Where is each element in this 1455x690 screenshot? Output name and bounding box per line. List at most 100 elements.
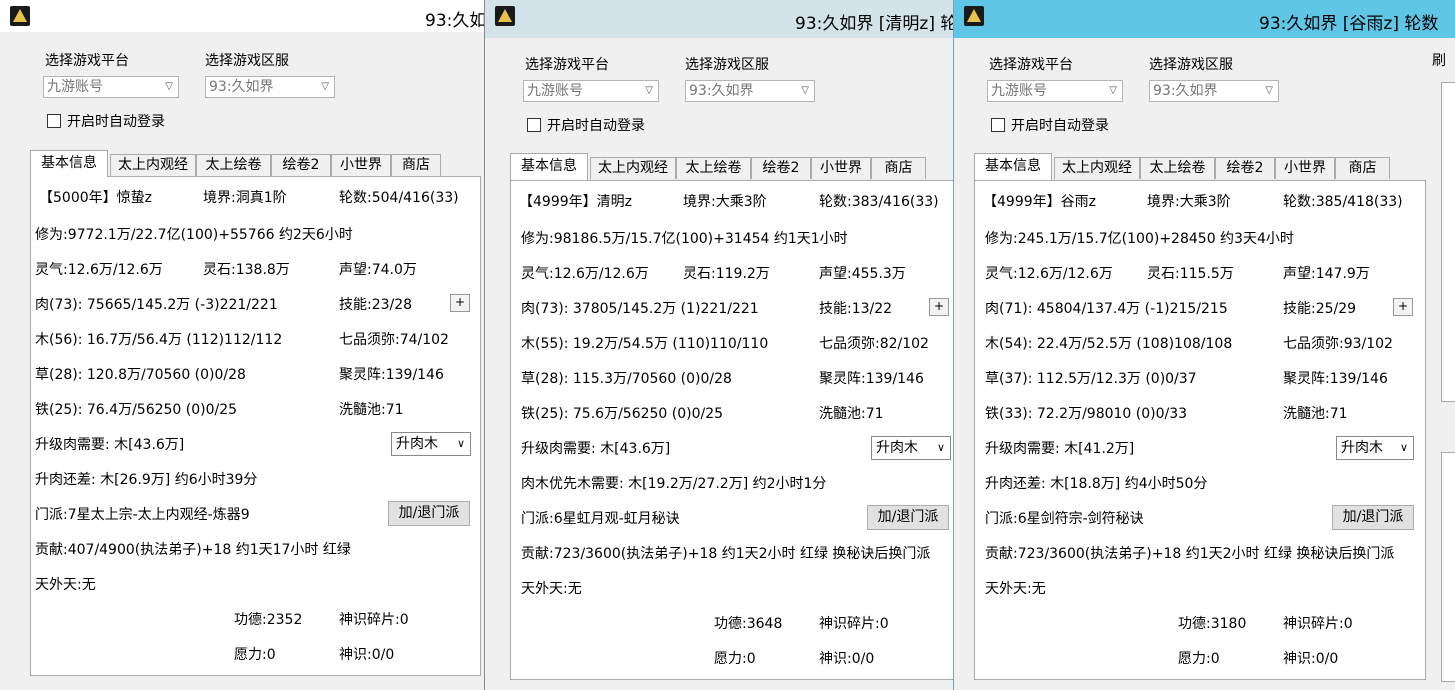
join-leave-sect-button[interactable]: 加/退门派 bbox=[388, 501, 470, 526]
upgrade-diff: 升肉还差: 木[26.9万] 约6小时39分 bbox=[35, 472, 258, 488]
server-value: 93:久如界 bbox=[1153, 83, 1218, 99]
add-skill-button[interactable]: + bbox=[450, 294, 470, 312]
server-label: 选择游戏区服 bbox=[1149, 57, 1233, 73]
realm: 境界:大乘3阶 bbox=[683, 194, 767, 210]
platform-label: 选择游戏平台 bbox=[525, 57, 609, 73]
shenshi: 神识:0/0 bbox=[819, 651, 875, 667]
title-bar[interactable]: 93:久如界 [谷雨z] 轮数 bbox=[954, 0, 1455, 38]
app-icon bbox=[10, 6, 30, 26]
tab-taishang-neiguan[interactable]: 太上内观经 bbox=[110, 154, 196, 176]
tianwai-tian: 天外天:无 bbox=[985, 581, 1046, 597]
platform-value: 九游账号 bbox=[527, 83, 583, 99]
window-title: 93:久如界 [谷雨z] 轮数 bbox=[1259, 14, 1439, 34]
tab-huijuan2[interactable]: 绘卷2 bbox=[751, 157, 811, 179]
tab-huijuan2[interactable]: 绘卷2 bbox=[271, 154, 331, 176]
chevron-down-icon: ∨ bbox=[936, 441, 945, 454]
upgrade-diff: 升肉还差: 木[18.8万] 约4小时50分 bbox=[985, 476, 1208, 492]
xisui-chi: 洗髓池:71 bbox=[1283, 406, 1348, 422]
skill: 技能:23/28 bbox=[339, 297, 413, 313]
add-skill-button[interactable]: + bbox=[929, 298, 949, 316]
server-combo[interactable]: 93:久如界 ▽ bbox=[685, 80, 815, 102]
tab-shop[interactable]: 商店 bbox=[871, 157, 926, 179]
tab-shop[interactable]: 商店 bbox=[391, 154, 441, 176]
tab-huijuan2[interactable]: 绘卷2 bbox=[1215, 157, 1275, 179]
upgrade-select[interactable]: 升肉木 ∨ bbox=[391, 432, 471, 456]
auto-login-checkbox[interactable] bbox=[47, 114, 61, 128]
tab-bar: 基本信息 太上内观经 太上绘卷 绘卷2 小世界 商店 bbox=[30, 150, 470, 177]
auto-login-checkbox[interactable] bbox=[527, 118, 541, 132]
lingshi: 灵石:115.5万 bbox=[1147, 266, 1234, 282]
client-window-3: 93:久如界 [谷雨z] 轮数 选择游戏平台 选择游戏区服 九游账号 ▽ 93:久… bbox=[953, 0, 1455, 690]
qipin-xumi: 七品须弥:74/102 bbox=[339, 332, 449, 348]
tab-taishang-neiguan[interactable]: 太上内观经 bbox=[590, 157, 676, 179]
lingqi: 灵气:12.6万/12.6万 bbox=[521, 266, 649, 282]
tab-small-world[interactable]: 小世界 bbox=[331, 154, 391, 176]
platform-combo[interactable]: 九游账号 ▽ bbox=[523, 80, 659, 102]
yuanli: 愿力:0 bbox=[234, 647, 276, 663]
shenshi-fragment: 神识碎片:0 bbox=[1283, 616, 1353, 632]
rounds: 轮数:504/416(33) bbox=[339, 190, 459, 206]
server-combo[interactable]: 93:久如界 ▽ bbox=[1149, 80, 1279, 102]
tab-bar: 基本信息 太上内观经 太上绘卷 绘卷2 小世界 商店 bbox=[974, 153, 1414, 180]
contribution: 贡献:723/3600(执法弟子)+18 约1天2小时 红绿 换秘诀后换门派 bbox=[521, 546, 931, 562]
resource-mu: 木(54): 22.4万/52.5万 (108)108/108 bbox=[985, 336, 1233, 352]
tab-bar: 基本信息 太上内观经 太上绘卷 绘卷2 小世界 商店 bbox=[510, 153, 950, 180]
resource-cao: 草(28): 115.3万/70560 (0)0/28 bbox=[521, 371, 732, 387]
tab-taishang-neiguan[interactable]: 太上内观经 bbox=[1054, 157, 1140, 179]
auto-login-label: 开启时自动登录 bbox=[67, 114, 165, 130]
skill: 技能:25/29 bbox=[1283, 301, 1357, 317]
tab-taishang-huijuan[interactable]: 太上绘卷 bbox=[1140, 157, 1215, 179]
resource-cao: 草(37): 112.5万/12.3万 (0)0/37 bbox=[985, 371, 1197, 387]
server-combo[interactable]: 93:久如界 ▽ bbox=[205, 76, 335, 98]
tab-basic-info[interactable]: 基本信息 bbox=[510, 153, 588, 180]
basic-info-panel: 【5000年】惊蛰z 境界:洞真1阶 轮数:504/416(33) 修为:977… bbox=[30, 176, 481, 676]
side-panel-label: 刷 bbox=[1432, 53, 1446, 69]
tab-small-world[interactable]: 小世界 bbox=[811, 157, 871, 179]
char-name: 【5000年】惊蛰z bbox=[39, 190, 152, 206]
platform-value: 九游账号 bbox=[47, 79, 103, 95]
platform-combo[interactable]: 九游账号 ▽ bbox=[43, 76, 179, 98]
server-value: 93:久如界 bbox=[689, 83, 754, 99]
lingshi: 灵石:119.2万 bbox=[683, 266, 770, 282]
client-window-1: 93:久如 选择游戏平台 选择游戏区服 九游账号 ▽ 93:久如界 ▽ 开启时自动登… bbox=[0, 0, 500, 690]
xisui-chi: 洗髓池:71 bbox=[819, 406, 884, 422]
upgrade-need: 升级肉需要: 木[43.6万] bbox=[521, 441, 671, 457]
resource-tie: 铁(25): 76.4万/56250 (0)0/25 bbox=[35, 402, 238, 418]
juling-zhen: 聚灵阵:139/146 bbox=[339, 367, 444, 383]
chevron-down-icon: ▽ bbox=[1265, 85, 1273, 96]
upgrade-select[interactable]: 升肉木 ∨ bbox=[1336, 436, 1414, 460]
lingqi: 灵气:12.6万/12.6万 bbox=[985, 266, 1113, 282]
tab-basic-info[interactable]: 基本信息 bbox=[974, 153, 1052, 180]
yuanli: 愿力:0 bbox=[1178, 651, 1220, 667]
title-bar[interactable]: 93:久如 bbox=[0, 0, 499, 32]
window-title: 93:久如 bbox=[425, 11, 487, 31]
tianwai-tian: 天外天:无 bbox=[521, 581, 582, 597]
tab-shop[interactable]: 商店 bbox=[1335, 157, 1390, 179]
join-leave-sect-button[interactable]: 加/退门派 bbox=[1332, 505, 1414, 530]
upgrade-select[interactable]: 升肉木 ∨ bbox=[871, 436, 951, 460]
rounds: 轮数:385/418(33) bbox=[1283, 194, 1403, 210]
tab-basic-info[interactable]: 基本信息 bbox=[30, 150, 108, 177]
gongde: 功德:2352 bbox=[234, 612, 303, 628]
tab-taishang-huijuan[interactable]: 太上绘卷 bbox=[196, 154, 271, 176]
xisui-chi: 洗髓池:71 bbox=[339, 402, 404, 418]
resource-mu: 木(55): 19.2万/54.5万 (110)110/110 bbox=[521, 336, 769, 352]
app-icon bbox=[495, 6, 515, 26]
auto-login-checkbox[interactable] bbox=[991, 118, 1005, 132]
window-title: 93:久如界 [清明z] 轮 bbox=[795, 14, 958, 34]
platform-label: 选择游戏平台 bbox=[989, 57, 1073, 73]
sect: 门派:7星太上宗-太上内观经-炼器9 bbox=[35, 507, 250, 523]
char-name: 【4999年】清明z bbox=[519, 194, 632, 210]
resource-mu: 木(56): 16.7万/56.4万 (112)112/112 bbox=[35, 332, 283, 348]
join-leave-sect-button[interactable]: 加/退门派 bbox=[867, 505, 949, 530]
sect: 门派:6星虹月观-虹月秘诀 bbox=[521, 511, 680, 527]
resource-rou: 肉(73): 37805/145.2万 (1)221/221 bbox=[521, 301, 759, 317]
tab-small-world[interactable]: 小世界 bbox=[1275, 157, 1335, 179]
chevron-down-icon: ▽ bbox=[801, 85, 809, 96]
basic-info-panel: 【4999年】清明z 境界:大乘3阶 轮数:383/416(33) 修为:981… bbox=[510, 180, 963, 680]
title-bar[interactable]: 93:久如界 [清明z] 轮 bbox=[485, 0, 963, 38]
tab-taishang-huijuan[interactable]: 太上绘卷 bbox=[676, 157, 751, 179]
add-skill-button[interactable]: + bbox=[1393, 298, 1413, 316]
qipin-xumi: 七品须弥:82/102 bbox=[819, 336, 929, 352]
platform-combo[interactable]: 九游账号 ▽ bbox=[987, 80, 1123, 102]
